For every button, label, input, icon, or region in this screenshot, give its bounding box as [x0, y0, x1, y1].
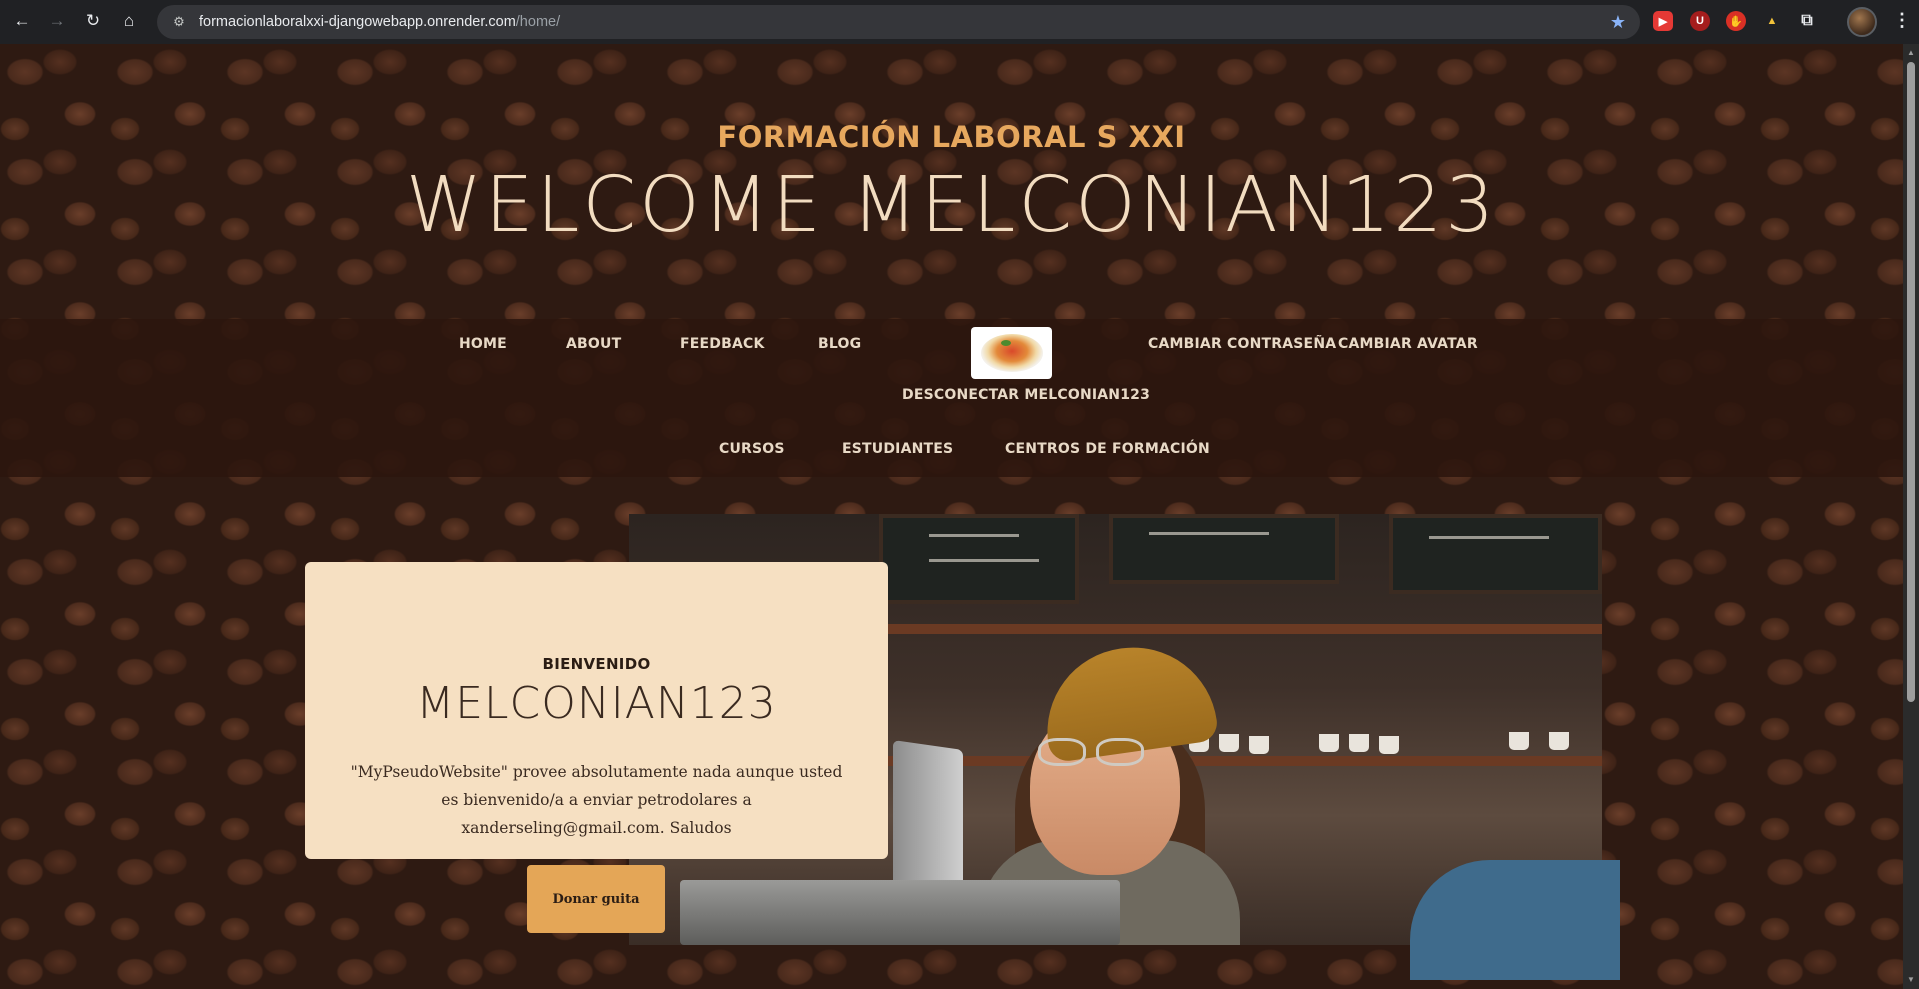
reload-icon[interactable]: ↻: [81, 9, 105, 33]
menu-board: [1389, 514, 1602, 594]
home-icon[interactable]: ⌂: [117, 9, 141, 33]
bookmark-star-icon[interactable]: ★: [1610, 12, 1626, 33]
donate-button[interactable]: Donar guita: [527, 865, 665, 933]
drive-ext-icon[interactable]: ▲: [1762, 11, 1782, 31]
page-scrollbar[interactable]: ▲ ▼: [1903, 44, 1919, 989]
card-title: MELCONIAN123: [416, 678, 777, 729]
nav-about[interactable]: ABOUT: [566, 336, 621, 352]
nav-training-centers[interactable]: CENTROS DE FORMACIÓN: [1005, 441, 1210, 457]
user-avatar[interactable]: [971, 327, 1052, 379]
address-bar[interactable]: ⚙ formacionlaboralxxi-djangowebapp.onren…: [157, 5, 1640, 39]
hand-ext-icon[interactable]: ✋: [1726, 11, 1746, 31]
forward-icon[interactable]: →: [45, 9, 69, 33]
nav-change-avatar[interactable]: CAMBIAR AVATAR: [1338, 336, 1478, 352]
card-description: "MyPseudoWebsite" provee absolutamente n…: [350, 763, 843, 837]
espresso-machine: [680, 880, 1120, 945]
scroll-thumb[interactable]: [1907, 62, 1915, 702]
welcome-heading: WELCOME MELCONIAN123: [405, 161, 1498, 250]
nav-feedback[interactable]: FEEDBACK: [680, 336, 765, 352]
card-eyebrow: BIENVENIDO: [542, 655, 651, 673]
menu-board: [1109, 514, 1339, 584]
nav-blog[interactable]: BLOG: [818, 336, 861, 352]
barista-glasses: [1038, 738, 1148, 768]
site-brand[interactable]: FORMACIÓN LABORAL S XXI: [0, 120, 1903, 154]
welcome-card: BIENVENIDO MELCONIAN123 "MyPseudoWebsite…: [305, 562, 888, 859]
youtube-ext-icon[interactable]: ▶: [1653, 11, 1673, 31]
customer-shoulder: [1410, 860, 1620, 980]
nav-students[interactable]: ESTUDIANTES: [842, 441, 953, 457]
hero-section: FORMACIÓN LABORAL S XXI WELCOME MELCONIA…: [0, 44, 1903, 319]
nav-courses[interactable]: CURSOS: [719, 441, 785, 457]
back-icon[interactable]: ←: [10, 9, 34, 33]
pasta-plate-image: [980, 334, 1043, 372]
scroll-down-icon[interactable]: ▼: [1907, 975, 1915, 984]
menu-kebab-icon[interactable]: ⋮: [1893, 10, 1911, 30]
ublock-ext-icon[interactable]: U: [1690, 11, 1710, 31]
url-text[interactable]: formacionlaboralxxi-djangowebapp.onrende…: [199, 14, 560, 30]
profile-avatar[interactable]: [1847, 7, 1877, 37]
nav-logout[interactable]: DESCONECTAR MELCONIAN123: [902, 387, 1150, 403]
extensions-puzzle-icon[interactable]: ⧉: [1797, 11, 1817, 31]
site-info-icon[interactable]: ⚙: [169, 12, 189, 32]
nav-home[interactable]: HOME: [459, 336, 507, 352]
scroll-up-icon[interactable]: ▲: [1907, 48, 1915, 57]
browser-toolbar: ← → ↻ ⌂ ⚙ formacionlaboralxxi-djangoweba…: [0, 0, 1919, 44]
url-host: formacionlaboralxxi-djangowebapp.onrende…: [199, 14, 516, 30]
nav-change-password[interactable]: CAMBIAR CONTRASEÑA: [1148, 336, 1336, 352]
url-path: /home/: [515, 14, 561, 30]
